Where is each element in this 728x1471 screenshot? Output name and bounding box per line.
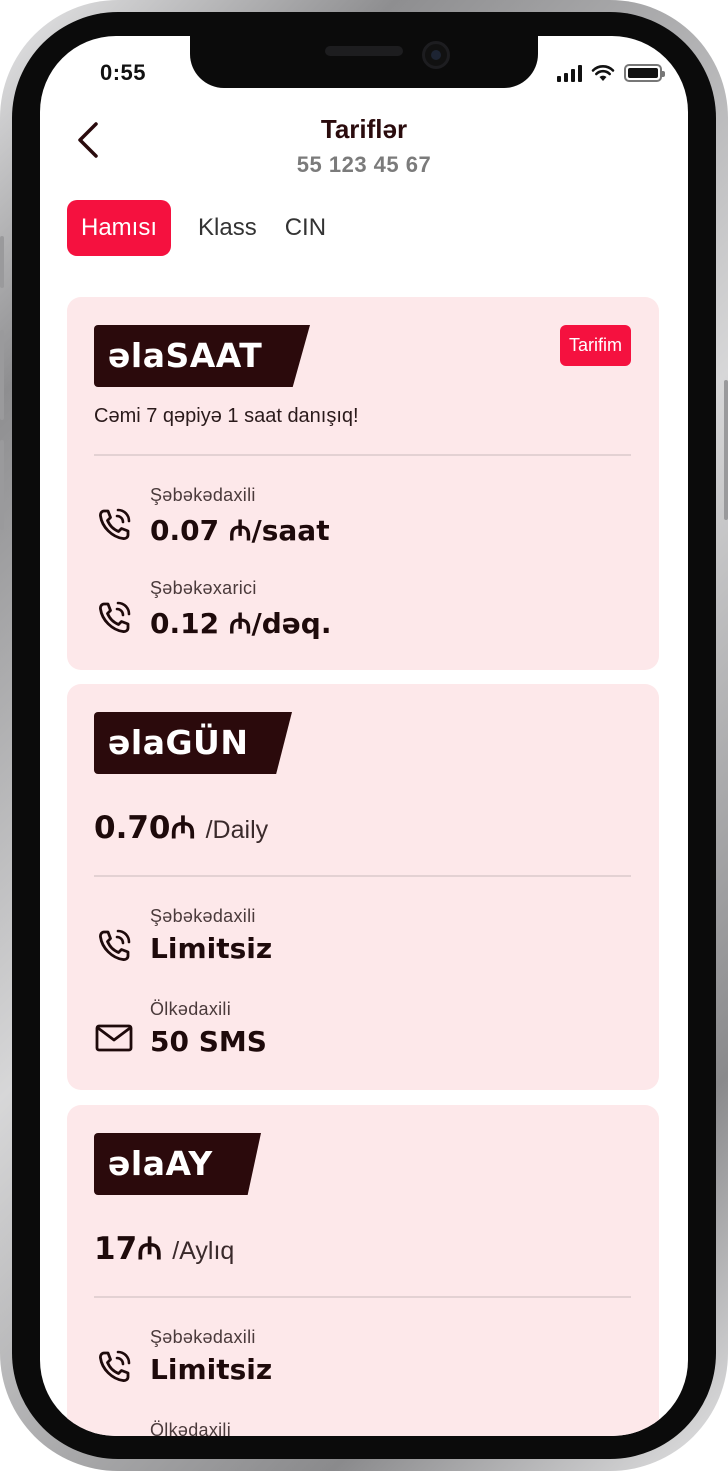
- speaker-grille: [325, 46, 403, 56]
- feature-label: Ölkədaxili: [150, 999, 232, 1019]
- notch: [190, 36, 538, 88]
- tariff-card-elaay[interactable]: əlaAY 17₼ /Aylıq Şəbəkədaxili Limitsiz Ö…: [67, 1105, 659, 1436]
- feature-row: Şəbəkədaxili 0.07 ₼/saat: [94, 485, 631, 555]
- phone-volume-down-button: [0, 440, 4, 530]
- feature-row: Şəbəkədaxili Limitsiz: [94, 1327, 631, 1397]
- status-icons: [557, 64, 665, 82]
- feature-value: 50 SMS: [150, 1025, 267, 1058]
- phone-volume-up-button: [0, 330, 4, 420]
- feature-value: Limitsiz: [150, 1353, 273, 1386]
- feature-value: 0.12 ₼/dəq.: [150, 607, 332, 640]
- page-title: Tariflər: [320, 114, 408, 144]
- tab-hamisi[interactable]: Hamısı: [67, 200, 172, 256]
- feature-label: Şəbəkədaxili: [150, 1327, 256, 1347]
- feature-value: Limitsiz: [150, 932, 273, 965]
- status-time: 0:55: [100, 60, 147, 85]
- feature-row: Şəbəkəxarici 0.12 ₼/dəq.: [94, 578, 631, 648]
- cellular-signal-icon: [557, 64, 582, 82]
- feature-row: Ölkədaxili: [94, 1420, 631, 1436]
- tariff-card-elagun[interactable]: əlaGÜN 0.70₼ /Daily Şəbəkədaxili Limitsi…: [67, 684, 659, 1090]
- tariff-name-badge: əlaSAAT: [94, 325, 310, 387]
- feature-row: Ölkədaxili 50 SMS: [94, 999, 631, 1069]
- feature-row: Şəbəkədaxili Limitsiz: [94, 906, 631, 976]
- tariff-description: Cəmi 7 qəpiyə 1 saat danışıq!: [94, 405, 359, 427]
- app-screen: 0:55 Tariflər 55 123 45 67 Hamısı Klass …: [40, 36, 688, 1436]
- tariff-price: 0.70₼ /Daily: [94, 806, 268, 848]
- feature-label: Şəbəkədaxili: [150, 906, 256, 926]
- card-divider: [94, 454, 631, 456]
- phone-number: 55 123 45 67: [296, 152, 432, 177]
- phone-call-icon: [99, 1350, 131, 1382]
- tariff-name-badge: əlaAY: [94, 1133, 261, 1195]
- feature-label: Şəbəkəxarici: [150, 578, 257, 598]
- tab-bar: Hamısı Klass CIN: [67, 200, 341, 256]
- tariff-name-badge: əlaGÜN: [94, 712, 292, 774]
- card-divider: [94, 1296, 631, 1298]
- phone-power-button: [724, 380, 728, 520]
- feature-value: 0.07 ₼/saat: [150, 514, 330, 547]
- phone-call-icon: [99, 508, 131, 540]
- tariff-card-elasaat[interactable]: əlaSAAT Tarifim Cəmi 7 qəpiyə 1 saat dan…: [67, 297, 659, 670]
- price-period: /Aylıq: [172, 1237, 235, 1265]
- feature-label: Şəbəkədaxili: [150, 485, 256, 505]
- phone-call-icon: [99, 929, 131, 961]
- my-tariff-tag: Tarifim: [560, 325, 631, 366]
- wifi-icon: [591, 65, 615, 81]
- front-camera: [422, 41, 450, 69]
- tariff-price: 17₼ /Aylıq: [94, 1227, 234, 1269]
- tab-klass[interactable]: Klass: [185, 200, 270, 256]
- price-period: /Daily: [205, 816, 269, 844]
- battery-icon: [624, 64, 665, 82]
- price-value: 17₼: [94, 1231, 163, 1267]
- mail-icon: [95, 1024, 133, 1052]
- feature-label: Ölkədaxili: [150, 1420, 232, 1436]
- price-value: 0.70₼: [94, 810, 196, 846]
- phone-side-button: [0, 236, 4, 288]
- card-divider: [94, 875, 631, 877]
- phone-call-icon: [99, 601, 131, 633]
- tab-cin[interactable]: CIN: [272, 200, 339, 256]
